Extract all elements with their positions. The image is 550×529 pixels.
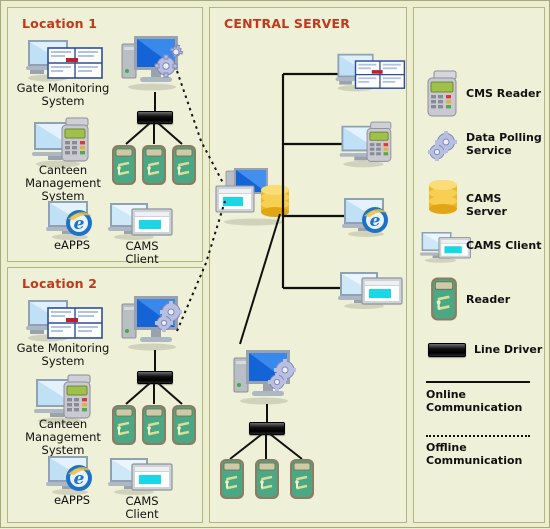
panel-central-server: CENTRAL SERVER e (209, 7, 407, 523)
panel-legend: CMS Reader Data Polling Service CAMS Ser… (413, 7, 545, 523)
wires-linedriver-to-readers-l2 (125, 382, 183, 405)
gate-monitoring-icon-l2 (22, 296, 106, 342)
panel-title-location-1: Location 1 (22, 16, 98, 31)
gate-monitoring-label-l2: Gate Monitoring System (8, 342, 118, 368)
svg-text:e: e (370, 211, 381, 231)
cams-client-label-line1: CAMS (125, 239, 159, 253)
canteen-management-label-l2: Canteen Management System (8, 418, 118, 457)
wire-pc-to-linedriver-l2 (154, 350, 156, 372)
reader-1-location-2 (111, 404, 137, 446)
canteen-management-icon (28, 116, 98, 168)
legend-online-line2: Communication (426, 400, 523, 414)
central-reader-1 (219, 458, 245, 500)
data-polling-server-location-2 (118, 290, 190, 352)
central-client-cams-client-icon (338, 270, 404, 310)
legend-offline-line1: Offline (426, 441, 467, 454)
reader-2-location-2 (141, 404, 167, 446)
gate-monitoring-label-line1: Gate Monitoring (16, 81, 110, 95)
reader-2-location-1 (141, 144, 167, 186)
panel-title-location-2: Location 2 (22, 276, 98, 291)
data-polling-service-icon (424, 130, 460, 164)
cams-server-icon (426, 178, 460, 218)
canteen-management-label: Canteen Management System (8, 164, 118, 203)
central-reader-3 (289, 458, 315, 500)
canteen-label-line1: Canteen (38, 163, 88, 177)
cams-client-legend-icon (420, 230, 472, 264)
legend-label-online-communication: Online Communication (426, 388, 523, 414)
svg-text:e: e (74, 469, 85, 489)
legend-dps-line1: Data Polling (466, 131, 542, 144)
gate-monitoring-label: Gate Monitoring System (8, 82, 118, 108)
legend-offline-line2: Communication (426, 453, 523, 467)
cams-client-l2-line1: CAMS (125, 494, 159, 508)
central-reader-2 (254, 458, 280, 500)
legend-label-cams-server: CAMS Server (466, 192, 507, 218)
eapps-label: eAPPS (53, 238, 91, 252)
central-data-polling-server (230, 344, 302, 406)
line-driver-legend-icon (428, 343, 466, 357)
cams-client-icon-l2 (108, 456, 174, 496)
legend-dps-line2: Service (466, 143, 512, 157)
gate-monitoring-label-line2: System (41, 94, 85, 108)
reader-legend-icon (430, 276, 458, 322)
eapps-icon-l2: e (46, 454, 98, 496)
panel-location-1: Location 1 Gate Monitoring System Cantee… (7, 7, 203, 266)
legend-offline-line-sample (426, 435, 530, 437)
cams-client-label-l2: CAMS Client (104, 495, 180, 521)
reader-3-location-2 (171, 404, 197, 446)
panel-location-2: Location 2 Gate Monitoring System Cantee… (7, 267, 203, 523)
data-polling-server-location-1 (118, 30, 190, 92)
legend-online-line-sample (426, 381, 530, 383)
legend-label-reader: Reader (466, 293, 511, 306)
reader-1-location-1 (111, 144, 137, 186)
canteen-l2-line1: Canteen (38, 417, 88, 431)
eapps-icon: e (46, 199, 98, 241)
gate-monitoring-l2-line2: System (41, 354, 85, 368)
eapps-label-l2: eAPPS (53, 493, 91, 507)
canteen-l2-line2: Management (25, 430, 101, 444)
cams-client-icon (108, 201, 174, 241)
wire-central-pc-to-linedriver (266, 404, 268, 424)
central-client-gate-monitoring-icon (332, 50, 408, 92)
wires-linedriver-to-readers-l1 (125, 122, 183, 145)
legend-label-cams-client: CAMS Client (466, 239, 542, 252)
panel-title-central-server: CENTRAL SERVER (224, 16, 351, 31)
cams-client-l2-line2: Client (125, 507, 159, 521)
wire-pc-to-linedriver-l1 (154, 92, 156, 112)
wires-central-linedriver-to-readers (229, 433, 303, 460)
gate-monitoring-icon (22, 36, 106, 82)
cms-reader-icon (422, 70, 460, 118)
cams-client-label-line2: Client (125, 252, 159, 266)
wire-server-to-local-polling (239, 213, 281, 345)
legend-online-line1: Online (426, 388, 467, 401)
diagram-canvas: Location 1 Gate Monitoring System Cantee… (0, 0, 550, 528)
central-client-canteen-icon (336, 120, 400, 168)
cams-client-label: CAMS Client (104, 240, 180, 266)
canteen-label-line2: Management (25, 176, 101, 190)
legend-label-cms-reader: CMS Reader (466, 87, 541, 100)
legend-label-data-polling-service: Data Polling Service (466, 131, 542, 157)
legend-label-offline-communication: Offline Communication (426, 441, 523, 467)
reader-3-location-1 (171, 144, 197, 186)
gate-monitoring-l2-line1: Gate Monitoring (16, 341, 110, 355)
legend-label-line-driver: Line Driver (474, 343, 543, 356)
svg-text:e: e (74, 214, 85, 234)
central-client-eapps-icon: e (342, 196, 394, 238)
